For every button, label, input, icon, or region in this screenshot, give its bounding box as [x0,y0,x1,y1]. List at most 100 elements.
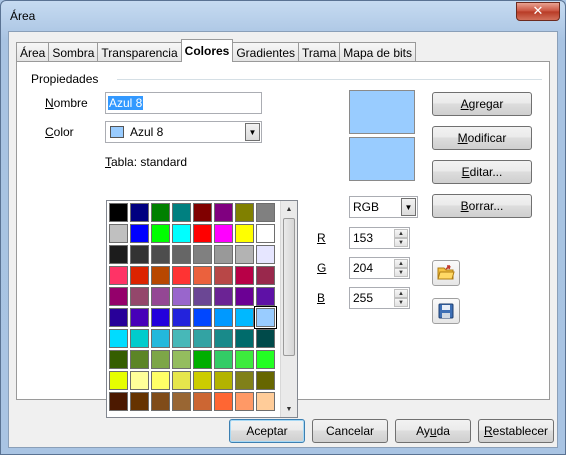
scroll-down-icon[interactable]: ▼ [281,401,297,417]
palette-swatch[interactable] [130,245,149,264]
close-button[interactable]: ✕ [516,2,560,21]
add-button[interactable]: Agregar [432,92,532,116]
palette-swatch[interactable] [109,224,128,243]
palette-swatch[interactable] [130,392,149,411]
palette-swatch[interactable] [256,350,275,369]
palette-swatch[interactable] [193,308,212,327]
palette-swatch[interactable] [130,329,149,348]
chevron-down-icon[interactable]: ▼ [401,198,416,216]
color-model-dropdown[interactable]: RGB ▼ [349,196,418,218]
palette-swatch[interactable] [256,329,275,348]
palette-swatch[interactable] [235,287,254,306]
palette-swatch[interactable] [130,371,149,390]
palette-swatch[interactable] [151,371,170,390]
palette-swatch[interactable] [256,287,275,306]
edit-button[interactable]: Editar... [432,160,532,184]
palette-swatch[interactable] [151,392,170,411]
delete-button[interactable]: Borrar... [432,194,532,218]
title-bar[interactable]: Área ✕ [1,1,565,31]
palette-swatch[interactable] [214,392,233,411]
palette-swatch[interactable] [214,266,233,285]
tab-gradientes[interactable]: Gradientes [232,42,300,62]
tab-mapa-de-bits[interactable]: Mapa de bits [339,42,416,62]
palette-swatch[interactable] [109,308,128,327]
palette-swatch[interactable] [172,203,191,222]
ok-button[interactable]: Aceptar [229,419,305,443]
palette-swatch[interactable] [256,245,275,264]
help-button[interactable]: Ayuda [395,419,471,443]
tab-area[interactable]: Área [16,42,50,62]
palette-swatch[interactable] [235,266,254,285]
palette-swatch[interactable] [172,308,191,327]
palette-swatch[interactable] [172,392,191,411]
palette-swatch[interactable] [193,392,212,411]
palette-scrollbar[interactable]: ▲ ▼ [280,201,297,417]
palette-swatch[interactable] [235,392,254,411]
palette-swatch[interactable] [193,350,212,369]
palette-swatch[interactable] [214,287,233,306]
palette-swatch[interactable] [151,329,170,348]
palette-swatch[interactable] [256,266,275,285]
spin-down-icon[interactable]: ▼ [394,298,408,307]
palette-swatch[interactable] [151,350,170,369]
tab-transparencia[interactable]: Transparencia [97,42,182,62]
palette-swatch[interactable] [109,392,128,411]
g-spinner[interactable]: 204 ▲ ▼ [349,257,410,279]
palette-swatch[interactable] [193,203,212,222]
palette-swatch[interactable] [214,371,233,390]
palette-swatch[interactable] [130,350,149,369]
modify-button[interactable]: Modificar [432,126,532,150]
palette-swatch[interactable] [256,203,275,222]
tab-colores[interactable]: Colores [180,39,234,62]
palette-swatch[interactable] [254,306,277,329]
palette-swatch[interactable] [109,203,128,222]
palette-swatch[interactable] [214,224,233,243]
palette-swatch[interactable] [172,224,191,243]
palette-swatch[interactable] [235,203,254,222]
palette-swatch[interactable] [235,224,254,243]
palette-swatch[interactable] [193,224,212,243]
palette-swatch[interactable] [256,224,275,243]
palette-swatch[interactable] [151,224,170,243]
chevron-down-icon[interactable]: ▼ [245,123,260,141]
cancel-button[interactable]: Cancelar [312,419,388,443]
palette-swatch[interactable] [130,224,149,243]
palette-swatch[interactable] [130,308,149,327]
palette-swatch[interactable] [130,287,149,306]
spin-up-icon[interactable]: ▲ [394,229,408,238]
palette-swatch[interactable] [214,308,233,327]
palette-swatch[interactable] [109,350,128,369]
palette-swatch[interactable] [214,203,233,222]
palette-swatch[interactable] [172,266,191,285]
save-color-list-button[interactable] [432,298,460,324]
palette-swatch[interactable] [172,371,191,390]
palette-swatch[interactable] [235,350,254,369]
load-color-list-button[interactable] [432,260,460,286]
palette-swatch[interactable] [151,287,170,306]
spin-down-icon[interactable]: ▼ [394,268,408,277]
palette-swatch[interactable] [151,203,170,222]
spin-up-icon[interactable]: ▲ [394,289,408,298]
palette-swatch[interactable] [151,308,170,327]
tab-sombra[interactable]: Sombra [48,42,99,62]
scroll-up-icon[interactable]: ▲ [281,201,297,217]
b-spinner[interactable]: 255 ▲ ▼ [349,287,410,309]
palette-swatch[interactable] [193,329,212,348]
palette-swatch[interactable] [193,245,212,264]
palette-swatch[interactable] [151,245,170,264]
palette-swatch[interactable] [109,266,128,285]
palette-swatch[interactable] [193,287,212,306]
spin-down-icon[interactable]: ▼ [394,238,408,247]
palette-swatch[interactable] [109,329,128,348]
palette-swatch[interactable] [235,371,254,390]
palette-swatch[interactable] [109,245,128,264]
color-dropdown[interactable]: Azul 8 ▼ [105,121,262,143]
palette-swatch[interactable] [235,329,254,348]
palette-swatch[interactable] [256,371,275,390]
palette-swatch[interactable] [109,287,128,306]
palette-swatch[interactable] [109,371,128,390]
spin-up-icon[interactable]: ▲ [394,259,408,268]
palette-swatch[interactable] [235,245,254,264]
palette-swatch[interactable] [172,350,191,369]
palette-swatch[interactable] [214,245,233,264]
